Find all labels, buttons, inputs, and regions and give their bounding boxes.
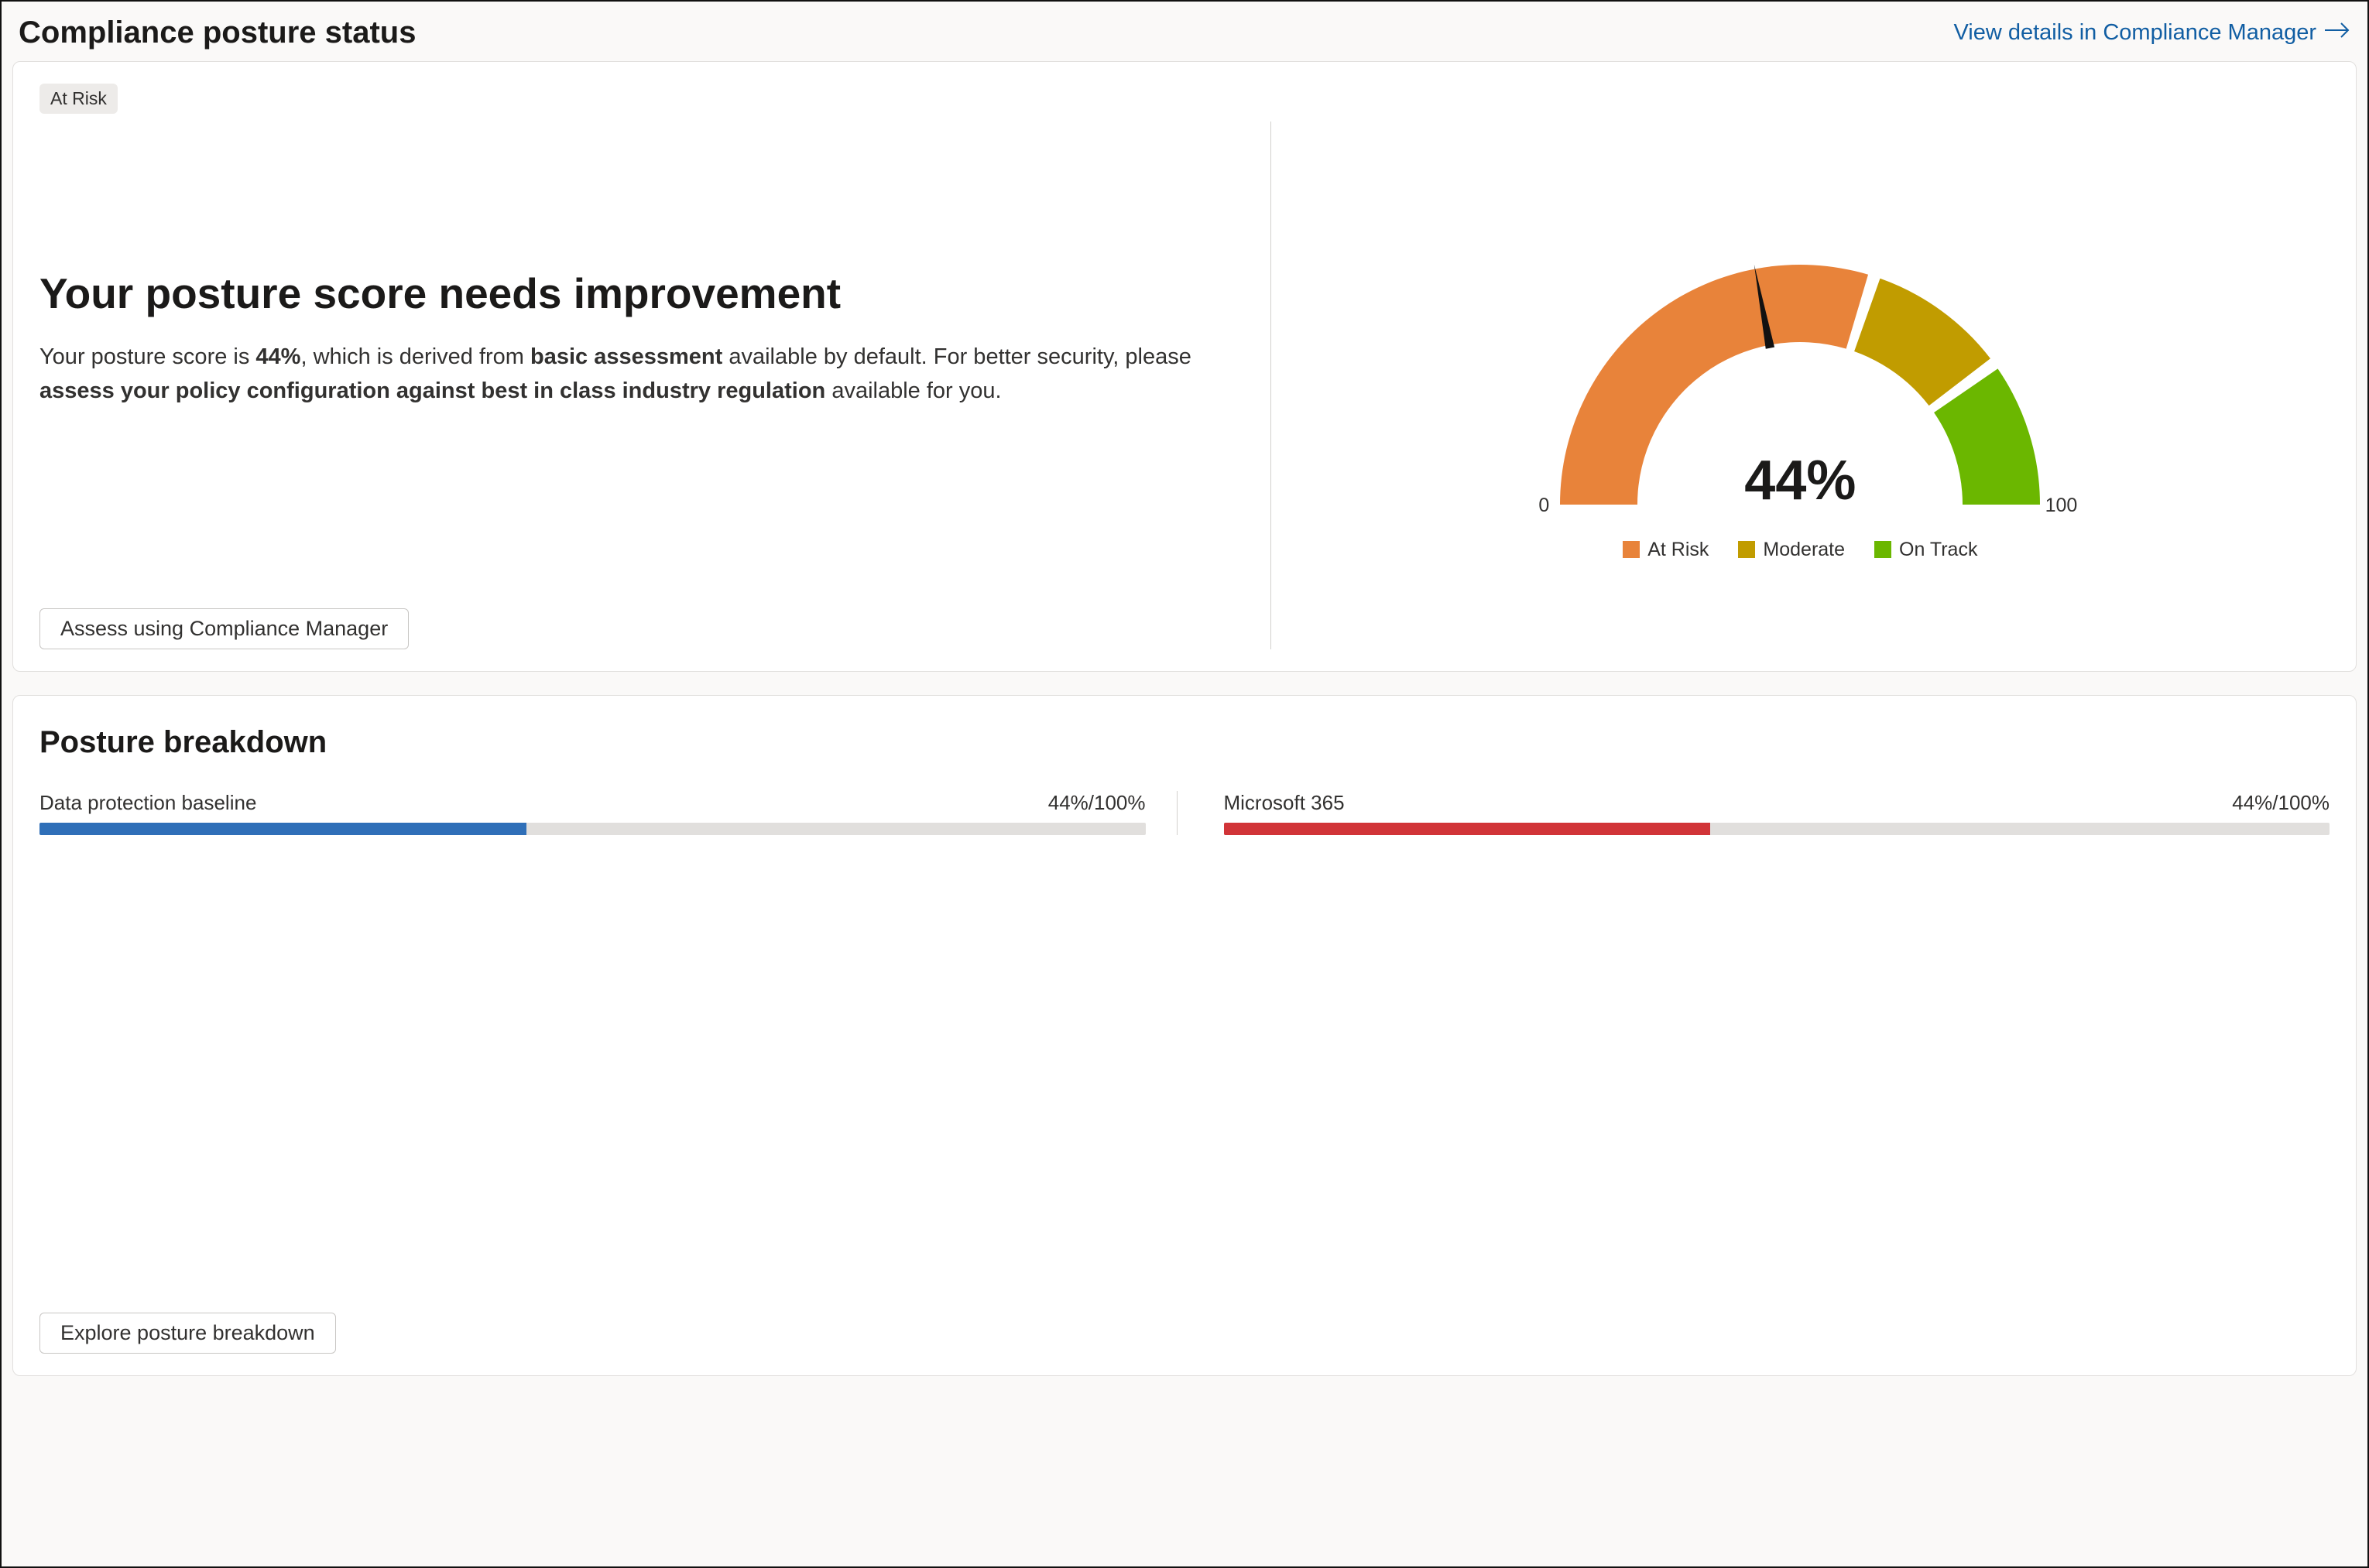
arrow-right-icon [2324,20,2350,46]
gauge-legend: At Risk Moderate On Track [1623,539,1977,561]
legend-moderate: Moderate [1738,539,1845,561]
breakdown-card: Posture breakdown Data protection baseli… [12,695,2357,1376]
square-icon [1874,541,1891,558]
page-header: Compliance posture status View details i… [12,12,2357,61]
breakdown-row: Data protection baseline44%/100%Microsof… [39,791,2330,835]
breakdown-item-label: Microsoft 365 [1224,791,1345,815]
view-details-label: View details in Compliance Manager [1953,20,2316,46]
score-gauge: 0 100 44% [1529,234,2071,520]
square-icon [1623,541,1640,558]
legend-label: Moderate [1763,539,1845,561]
page-title: Compliance posture status [19,15,416,50]
gauge-max-label: 100 [2045,495,2078,517]
score-summary: Your posture score needs improvement You… [39,122,1270,649]
breakdown-item: Data protection baseline 44%/100% [39,791,1177,835]
score-card: At Risk Your posture score needs improve… [12,61,2357,672]
view-details-link[interactable]: View details in Compliance Manager [1953,20,2350,46]
status-badge: At Risk [39,84,118,114]
breakdown-item-label: Data protection baseline [39,791,256,815]
progress-bar [39,823,1146,835]
breakdown-title: Posture breakdown [39,725,2330,760]
square-icon [1738,541,1755,558]
legend-on-track: On Track [1874,539,1977,561]
progress-bar [1224,823,2330,835]
legend-label: On Track [1899,539,1977,561]
score-heading: Your posture score needs improvement [39,269,1232,318]
breakdown-item-value: 44%/100% [1048,791,1146,815]
breakdown-item: Microsoft 365 44%/100% [1177,791,2330,835]
explore-breakdown-button[interactable]: Explore posture breakdown [39,1313,336,1354]
score-description: Your posture score is 44%, which is deri… [39,341,1216,408]
assess-button[interactable]: Assess using Compliance Manager [39,608,409,649]
gauge-min-label: 0 [1538,495,1549,517]
breakdown-item-value: 44%/100% [2232,791,2330,815]
score-gauge-panel: 0 100 44% At Risk Moderate On Tr [1270,122,2330,649]
legend-label: At Risk [1647,539,1709,561]
legend-at-risk: At Risk [1623,539,1709,561]
